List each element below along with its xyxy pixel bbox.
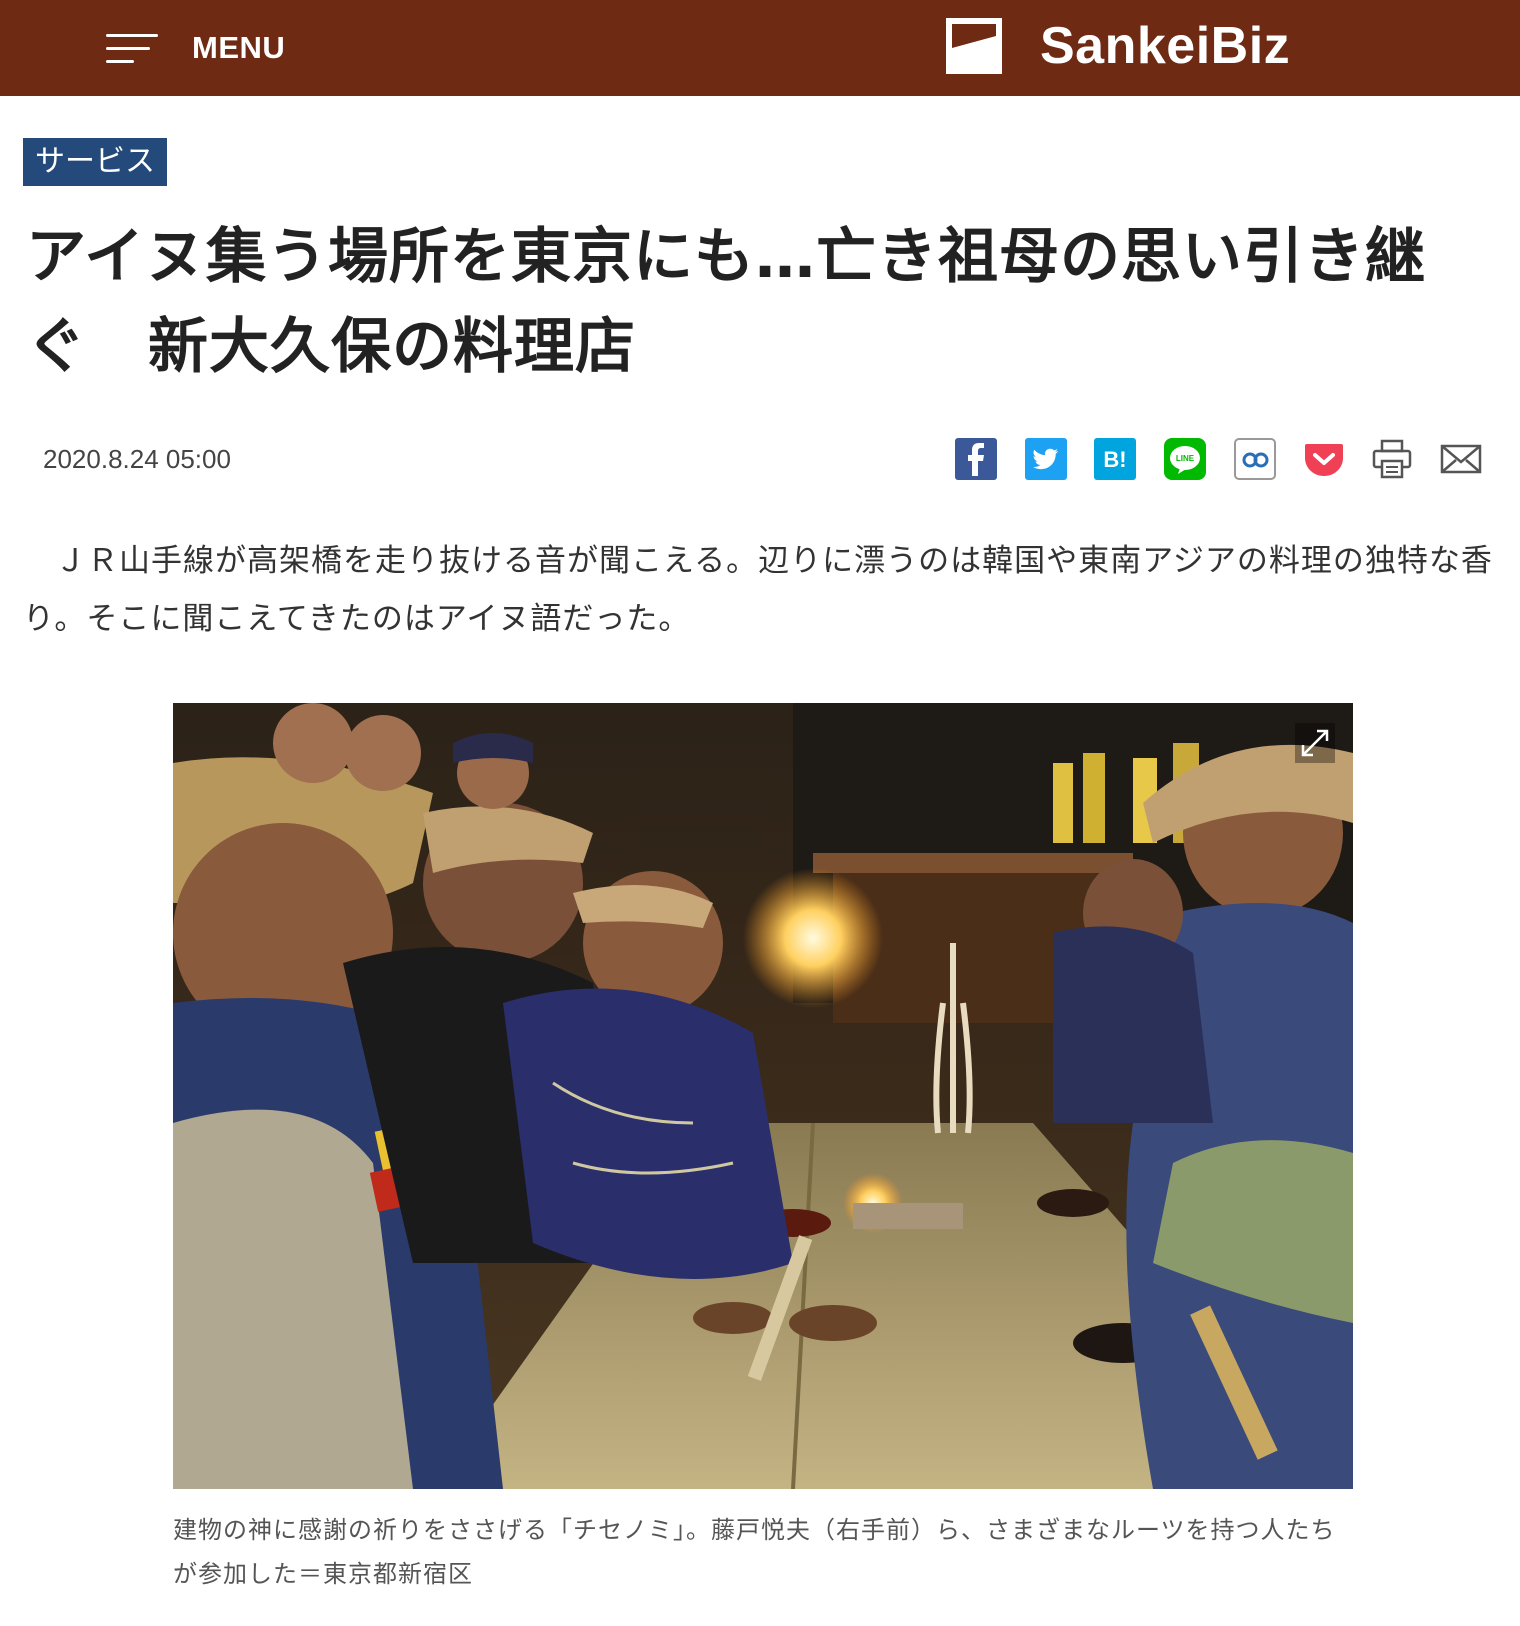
mail-share-button[interactable] [1440, 438, 1482, 480]
menu-button[interactable]: MENU [106, 24, 285, 72]
menu-label: MENU [192, 30, 286, 65]
article-lead: ＪＲ山手線が高架橋を走り抜ける音が聞こえる。辺りに漂うのは韓国や東南アジアの料理… [23, 543, 1493, 637]
hatena-share-button[interactable]: B! [1094, 438, 1136, 480]
ceremony-photo [173, 703, 1353, 1489]
svg-text:LINE: LINE [1176, 454, 1195, 463]
feedly-share-button[interactable] [1234, 438, 1276, 480]
line-icon: LINE [1164, 438, 1206, 480]
facebook-share-button[interactable] [955, 438, 997, 480]
expand-icon[interactable] [1295, 723, 1335, 763]
logo-mark-icon [946, 18, 1002, 74]
logo-text: SankeiBiz [1040, 17, 1291, 75]
site-logo[interactable]: SankeiBiz [946, 17, 1291, 75]
svg-text:B!: B! [1103, 447, 1126, 472]
article-photo[interactable] [173, 703, 1353, 1489]
facebook-icon [955, 438, 997, 480]
photo-caption: 建物の神に感謝の祈りをささげる「チセノミ」。藤戸悦夫（右手前）ら、さまざまなルー… [173, 1516, 1336, 1588]
hamburger-icon [106, 30, 158, 66]
print-button[interactable] [1371, 438, 1413, 480]
pocket-icon [1305, 444, 1343, 476]
category-badge[interactable]: サービス [23, 138, 167, 186]
hatena-bookmark-icon: B! [1094, 438, 1136, 480]
twitter-icon [1025, 438, 1067, 480]
feedly-icon [1234, 438, 1276, 480]
article-date: 2020.8.24 05:00 [43, 444, 231, 474]
line-share-button[interactable]: LINE [1164, 438, 1206, 480]
site-header: MENU SankeiBiz [0, 0, 1520, 96]
twitter-share-button[interactable] [1025, 438, 1067, 480]
mail-icon [1440, 444, 1482, 474]
article-title: アイヌ集う場所を東京にも…亡き祖母の思い引き継ぐ 新大久保の料理店 [26, 222, 1426, 382]
print-icon [1372, 439, 1412, 479]
pocket-share-button[interactable] [1303, 438, 1345, 480]
